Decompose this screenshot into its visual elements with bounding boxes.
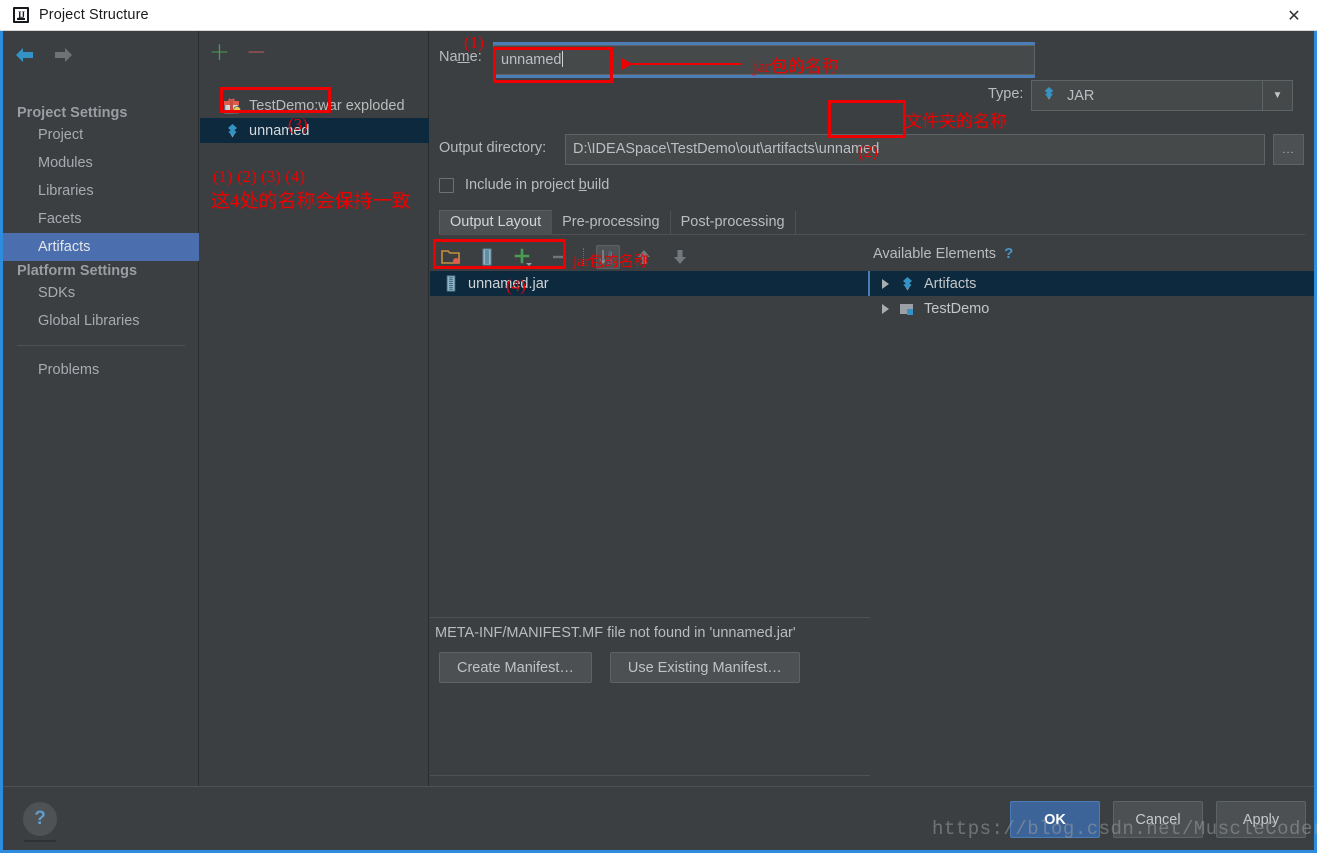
navigation-arrows	[12, 42, 76, 68]
artifact-item-label: TestDemo:war exploded	[249, 97, 405, 114]
available-item-artifacts[interactable]: Artifacts	[868, 271, 1314, 296]
layout-item-unnamed-jar[interactable]: unnamed.jar	[430, 271, 868, 296]
jar-file-icon	[445, 275, 457, 292]
artifacts-toolbar: + −	[200, 37, 429, 65]
help-button[interactable]: ?	[23, 802, 57, 836]
output-directory-label: Output directory:	[439, 140, 547, 156]
close-icon[interactable]: ✕	[1271, 0, 1317, 30]
annotation-arrow-line-name	[632, 63, 742, 65]
intellij-idea-icon: IJ	[13, 7, 29, 23]
annotation-note-jar-file: jar包的名称	[573, 254, 649, 270]
include-in-project-build-label: Include in project build	[465, 177, 610, 193]
sidebar-item-artifacts[interactable]: Artifacts	[3, 233, 199, 261]
annotation-note-output-dir: 文件夹的名称	[905, 112, 1007, 131]
editor-tabs: Output Layout Pre-processing Post-proces…	[439, 210, 1305, 235]
use-existing-manifest-button[interactable]: Use Existing Manifest…	[609, 652, 800, 683]
annotation-marker-1: (1)	[464, 33, 484, 52]
tab-post-processing[interactable]: Post-processing	[671, 211, 796, 234]
artifact-type-select[interactable]: JAR ▼	[1031, 80, 1293, 111]
expand-triangle-icon[interactable]	[882, 303, 889, 314]
artifact-item-unnamed[interactable]: unnamed	[200, 118, 429, 143]
available-item-testdemo[interactable]: TestDemo	[868, 296, 1314, 321]
back-arrow-icon[interactable]	[12, 42, 38, 68]
remove-icon[interactable]	[547, 245, 571, 269]
window-title: Project Structure	[39, 7, 149, 23]
annotation-note-name: jar包的名称	[753, 57, 839, 76]
help-icon[interactable]: ?	[1004, 245, 1013, 262]
project-structure-dialog: IJ Project Structure ✕ Project Settings …	[0, 0, 1317, 853]
manifest-buttons: Create Manifest… Use Existing Manifest…	[439, 652, 800, 683]
add-directory-icon[interactable]	[439, 245, 463, 269]
add-archive-icon[interactable]	[475, 245, 499, 269]
annotation-marker-3: (3)	[288, 115, 308, 134]
artifact-type-value: JAR	[1067, 87, 1095, 104]
create-manifest-button[interactable]: Create Manifest…	[439, 652, 592, 683]
output-layout-tree: unnamed.jar	[430, 271, 868, 616]
output-directory-browse-button[interactable]: ...	[1273, 134, 1304, 165]
sidebar-item-libraries[interactable]: Libraries	[3, 177, 199, 205]
sidebar-item-sdks[interactable]: SDKs	[3, 279, 199, 307]
annotation-markers-line: (1) (2) (3) (4)	[213, 167, 306, 186]
annotation-marker-4: (4)	[506, 276, 526, 295]
manifest-message: META-INF/MANIFEST.MF file not found in '…	[435, 625, 796, 641]
annotation-summary-note: 这4处的名称会保持一致	[211, 191, 411, 212]
sidebar-item-problems[interactable]: Problems	[3, 356, 199, 384]
watermark-text: https://blog.csdn.net/MuscleCoder2018	[932, 818, 1317, 840]
module-icon	[899, 301, 916, 317]
title-bar: IJ Project Structure ✕	[0, 0, 1317, 31]
available-elements-header: Available Elements ?	[873, 245, 1013, 262]
include-in-project-build-row[interactable]: Include in project build	[439, 177, 609, 193]
artifact-item-war-exploded[interactable]: TestDemo:war exploded	[200, 93, 429, 118]
available-elements-title: Available Elements	[873, 245, 997, 262]
settings-sidebar: Project Settings Project Modules Librari…	[3, 31, 199, 786]
annotation-marker-2: (2)	[858, 142, 878, 161]
sidebar-item-facets[interactable]: Facets	[3, 205, 199, 233]
manifest-divider	[430, 617, 870, 618]
output-directory-input[interactable]: D:\IDEASpace\TestDemo\out\artifacts\unna…	[565, 134, 1265, 165]
available-item-label: TestDemo	[924, 300, 990, 317]
artifact-name-value: unnamed	[501, 52, 562, 68]
add-copy-icon[interactable]	[511, 245, 535, 269]
sidebar-item-global-libraries[interactable]: Global Libraries	[3, 307, 199, 335]
output-layout-toolbar: a z	[435, 243, 692, 270]
move-down-icon[interactable]	[668, 245, 692, 269]
include-in-project-build-checkbox[interactable]	[439, 177, 454, 193]
available-elements-tree: Artifacts TestDemo	[868, 271, 1314, 321]
jar-artifact-icon	[899, 276, 916, 292]
help-button-shadow	[24, 840, 56, 842]
sidebar-item-modules[interactable]: Modules	[3, 149, 199, 177]
tab-pre-processing[interactable]: Pre-processing	[552, 211, 671, 234]
sidebar-group-platform-settings: Platform Settings	[17, 263, 138, 279]
sidebar-group-project-settings: Project Settings	[17, 105, 128, 121]
remove-artifact-button[interactable]: −	[246, 39, 267, 64]
expand-triangle-icon[interactable]	[882, 278, 889, 289]
forward-arrow-icon[interactable]	[50, 42, 76, 68]
jar-artifact-icon	[1041, 86, 1057, 106]
available-item-label: Artifacts	[924, 275, 977, 292]
type-label: Type:	[988, 86, 1024, 102]
tab-output-layout[interactable]: Output Layout	[439, 210, 553, 234]
sidebar-item-project[interactable]: Project	[3, 121, 199, 149]
artifacts-list-panel: + − TestDemo:war exploded unnamed	[200, 31, 429, 786]
war-exploded-icon	[224, 98, 241, 114]
sidebar-divider	[17, 345, 185, 346]
add-artifact-button[interactable]: +	[209, 39, 230, 64]
chevron-down-icon[interactable]: ▼	[1262, 81, 1292, 110]
jar-artifact-icon	[224, 123, 241, 139]
text-caret	[562, 51, 564, 67]
annotation-arrow-head-name	[622, 58, 632, 70]
